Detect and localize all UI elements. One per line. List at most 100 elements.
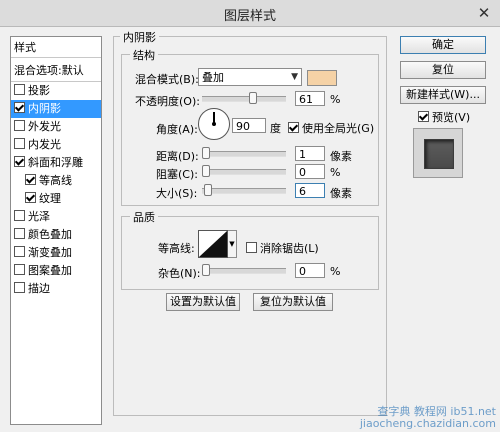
opacity-label: 不透明度(O):	[135, 95, 200, 108]
size-input[interactable]: 6	[295, 183, 325, 198]
angle-dial[interactable]	[198, 108, 230, 140]
inner-shadow-title: 内阴影	[120, 29, 159, 45]
opacity-slider-track[interactable]	[202, 96, 286, 102]
preview-swatch	[424, 139, 454, 169]
checkbox-icon[interactable]	[25, 192, 36, 203]
title-bar: 图层样式 ✕	[0, 0, 500, 27]
sidebar-item-label: 投影	[28, 84, 50, 97]
checkbox-icon[interactable]	[14, 156, 25, 167]
distance-slider-track[interactable]	[202, 151, 286, 157]
noise-label: 杂色(N):	[158, 267, 201, 280]
sidebar-item-label: 纹理	[39, 192, 61, 205]
checkbox-icon[interactable]	[14, 282, 25, 293]
noise-slider-thumb[interactable]	[202, 264, 210, 276]
choke-input[interactable]: 0	[295, 164, 325, 179]
angle-label: 角度(A):	[156, 123, 198, 136]
noise-slider-track[interactable]	[202, 268, 286, 274]
sidebar-item-label: 等高线	[39, 174, 72, 187]
contour-label: 等高线:	[158, 242, 195, 255]
sidebar-item-label: 颜色叠加	[28, 228, 72, 241]
ok-button[interactable]: 确定	[400, 36, 486, 54]
sidebar-item-label: 外发光	[28, 120, 61, 133]
size-slider-track[interactable]	[202, 188, 286, 194]
sidebar-item-label: 内阴影	[28, 102, 61, 115]
sidebar-item[interactable]: 颜色叠加	[11, 226, 101, 244]
sidebar-item[interactable]: 内发光	[11, 136, 101, 154]
sidebar-item-label: 斜面和浮雕	[28, 156, 83, 169]
blend-color-swatch[interactable]	[307, 70, 337, 86]
sidebar-item[interactable]: 描边	[11, 280, 101, 298]
choke-unit: %	[330, 166, 341, 179]
size-unit: 像素	[330, 187, 352, 200]
close-icon[interactable]: ✕	[476, 5, 492, 21]
sidebar-item[interactable]: 光泽	[11, 208, 101, 226]
angle-dial-center	[212, 122, 216, 126]
chevron-down-icon: ▼	[291, 72, 298, 82]
noise-unit: %	[330, 265, 341, 278]
contour-picker[interactable]	[198, 230, 228, 258]
checkbox-icon[interactable]	[14, 228, 25, 239]
checkbox-icon[interactable]	[14, 120, 25, 131]
opacity-unit: %	[330, 93, 341, 106]
sidebar-item[interactable]: 渐变叠加	[11, 244, 101, 262]
new-style-button[interactable]: 新建样式(W)...	[400, 86, 486, 104]
blend-options-item[interactable]: 混合选项:默认	[11, 60, 101, 82]
blend-mode-value: 叠加	[202, 71, 224, 84]
checkbox-icon[interactable]	[418, 111, 429, 122]
distance-label: 距离(D):	[156, 150, 199, 163]
distance-slider-thumb[interactable]	[202, 147, 210, 159]
checkbox-icon[interactable]	[14, 264, 25, 275]
blend-mode-label: 混合模式(B):	[135, 73, 199, 86]
noise-input[interactable]: 0	[295, 263, 325, 278]
reset-button[interactable]: 复位	[400, 61, 486, 79]
checkbox-icon[interactable]	[25, 174, 36, 185]
sidebar-item[interactable]: 外发光	[11, 118, 101, 136]
opacity-slider-thumb[interactable]	[249, 92, 258, 104]
style-preview-thumbnail	[413, 128, 463, 178]
choke-label: 阻塞(C):	[156, 168, 198, 181]
checkbox-icon[interactable]	[288, 122, 299, 133]
checkbox-icon[interactable]	[14, 246, 25, 257]
contour-curve-icon	[199, 231, 227, 257]
sidebar-item[interactable]: 图案叠加	[11, 262, 101, 280]
checkbox-icon[interactable]	[246, 242, 257, 253]
sidebar-item[interactable]: 斜面和浮雕	[11, 154, 101, 172]
antialias-label: 消除锯齿(L)	[260, 242, 319, 255]
opacity-input[interactable]: 61	[295, 91, 325, 106]
size-label: 大小(S):	[156, 187, 198, 200]
choke-slider-track[interactable]	[202, 169, 286, 175]
checkbox-icon[interactable]	[14, 84, 25, 95]
sidebar-item[interactable]: 投影	[11, 82, 101, 100]
watermark: 查字典 教程网 ib51.net jiaocheng.chazidian.com	[360, 406, 496, 430]
sidebar-item-label: 描边	[28, 282, 50, 295]
choke-slider-thumb[interactable]	[202, 165, 210, 177]
angle-input[interactable]: 90	[232, 118, 266, 133]
quality-label: 品质	[130, 209, 158, 225]
sidebar-item[interactable]: 等高线	[11, 172, 101, 190]
checkbox-icon[interactable]	[14, 210, 25, 221]
styles-list: 样式 混合选项:默认 投影内阴影外发光内发光斜面和浮雕等高线纹理光泽颜色叠加渐变…	[10, 36, 102, 425]
make-default-button[interactable]: 设置为默认值	[166, 293, 240, 311]
sidebar-item-label: 图案叠加	[28, 264, 72, 277]
watermark-line2: jiaocheng.chazidian.com	[359, 417, 496, 430]
reset-default-button[interactable]: 复位为默认值	[253, 293, 333, 311]
preview-checkbox[interactable]: 预览(V)	[418, 109, 470, 125]
distance-input[interactable]: 1	[295, 146, 325, 161]
global-light-label: 使用全局光(G)	[302, 122, 375, 135]
global-light-checkbox[interactable]: 使用全局光(G)	[288, 120, 374, 136]
blend-mode-select[interactable]: 叠加 ▼	[198, 68, 302, 86]
styles-header[interactable]: 样式	[11, 37, 101, 58]
checkbox-icon[interactable]	[14, 102, 25, 113]
size-slider-thumb[interactable]	[204, 184, 212, 196]
sidebar-item-label: 光泽	[28, 210, 50, 223]
angle-unit: 度	[270, 122, 281, 135]
contour-dropdown-arrow[interactable]: ▼	[228, 230, 237, 258]
antialias-checkbox[interactable]: 消除锯齿(L)	[246, 240, 319, 256]
sidebar-item-label: 内发光	[28, 138, 61, 151]
sidebar-item-label: 渐变叠加	[28, 246, 72, 259]
checkbox-icon[interactable]	[14, 138, 25, 149]
structure-label: 结构	[130, 47, 158, 63]
sidebar-item[interactable]: 纹理	[11, 190, 101, 208]
sidebar-item[interactable]: 内阴影	[11, 100, 101, 118]
window-title: 图层样式	[223, 9, 276, 24]
